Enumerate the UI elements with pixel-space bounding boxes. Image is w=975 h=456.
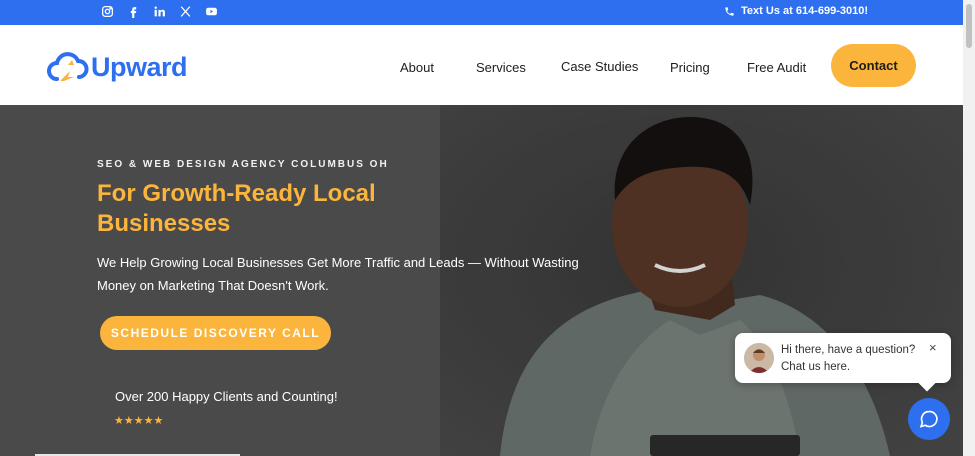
- phone-icon: [725, 6, 734, 16]
- chat-popup[interactable]: Hi there, have a question? Chat us here.…: [735, 333, 951, 383]
- scrollbar-track[interactable]: [963, 0, 975, 456]
- nav-about[interactable]: About: [400, 60, 434, 75]
- nav-free-audit[interactable]: Free Audit: [747, 60, 806, 75]
- linkedin-icon[interactable]: [153, 5, 167, 19]
- site-header: Upward About Services Case Studies Prici…: [0, 25, 963, 105]
- x-icon[interactable]: [179, 5, 193, 19]
- hero-eyebrow: SEO & WEB DESIGN AGENCY COLUMBUS OH: [97, 159, 389, 170]
- top-bar: Text Us at 614-699-3010!: [0, 0, 963, 25]
- chat-bubble-icon: [919, 410, 938, 428]
- schedule-discovery-call-button[interactable]: SCHEDULE DISCOVERY CALL: [100, 316, 331, 350]
- hero-title: For Growth-Ready Local Businesses: [97, 180, 376, 237]
- logo[interactable]: Upward: [47, 51, 188, 83]
- youtube-icon[interactable]: [205, 5, 219, 19]
- phone-text: Text Us at 614-699-3010!: [741, 5, 868, 17]
- hero-subtitle: We Help Growing Local Businesses Get Mor…: [97, 255, 579, 293]
- chat-message: Hi there, have a question? Chat us here.: [781, 344, 916, 373]
- chat-launcher-button[interactable]: [908, 398, 950, 440]
- logo-text: Upward: [91, 51, 188, 82]
- nav-pricing[interactable]: Pricing: [670, 60, 710, 75]
- agent-avatar: [744, 343, 774, 373]
- phone-link[interactable]: Text Us at 614-699-3010!: [724, 5, 868, 17]
- instagram-icon[interactable]: [101, 5, 115, 19]
- cloud-arrow-icon: [47, 52, 89, 81]
- social-links: [101, 5, 231, 19]
- nav-case-studies[interactable]: Case Studies: [561, 59, 638, 74]
- facebook-icon[interactable]: [127, 5, 141, 19]
- happy-clients-text: Over 200 Happy Clients and Counting!: [115, 389, 338, 404]
- rating-stars: ★★★★★: [114, 415, 164, 427]
- hero-section: SEO & WEB DESIGN AGENCY COLUMBUS OH For …: [0, 105, 963, 456]
- nav-services[interactable]: Services: [476, 60, 526, 75]
- close-icon[interactable]: ×: [929, 340, 937, 355]
- scrollbar-thumb[interactable]: [966, 4, 972, 48]
- contact-button[interactable]: Contact: [831, 44, 916, 87]
